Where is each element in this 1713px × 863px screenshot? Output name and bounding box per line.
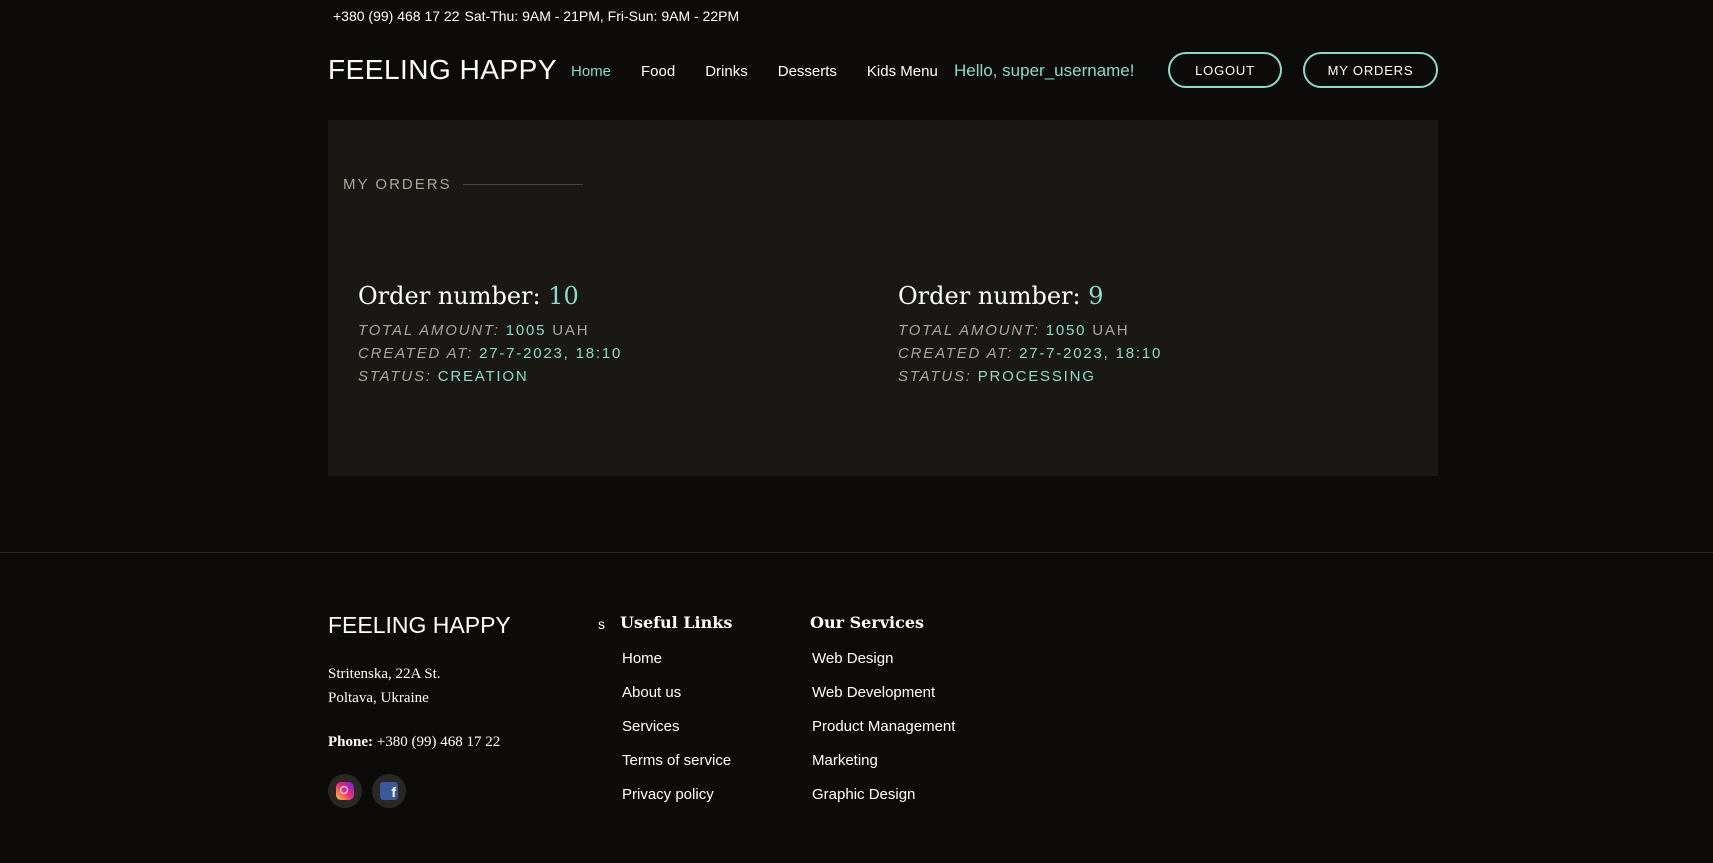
service-product-management[interactable]: Product Management — [812, 718, 955, 752]
order-status-row: STATUS: PROCESSING — [898, 368, 1162, 385]
service-web-development[interactable]: Web Development — [812, 684, 955, 718]
nav-desserts[interactable]: Desserts — [778, 63, 837, 80]
order-title-label: Order number: — [898, 282, 1089, 310]
order-number: 9 — [1088, 282, 1104, 310]
header: FEELING HAPPY Home Food Drinks Desserts … — [328, 48, 1438, 94]
site-logo[interactable]: FEELING HAPPY — [328, 54, 557, 86]
section-title-divider — [462, 184, 583, 185]
order-created-row: CREATED AT: 27-7-2023, 18:10 — [358, 345, 622, 362]
nav-home[interactable]: Home — [571, 63, 611, 80]
order-created-value: 27-7-2023, 18:10 — [1019, 345, 1163, 362]
facebook-icon: f — [380, 782, 398, 800]
useful-links-title: Useful Links — [620, 613, 733, 632]
order-created-label: CREATED AT: — [358, 345, 480, 362]
footer-link-privacy[interactable]: Privacy policy — [622, 786, 731, 820]
order-currency: UAH — [546, 322, 590, 339]
order-title: Order number: 9 — [898, 282, 1162, 310]
order-created-row: CREATED AT: 27-7-2023, 18:10 — [898, 345, 1162, 362]
order-created-value: 27-7-2023, 18:10 — [479, 345, 623, 362]
footer-phone: Phone: +380 (99) 468 17 22 — [328, 734, 500, 751]
nav-food[interactable]: Food — [641, 63, 675, 80]
nav-kids-menu[interactable]: Kids Menu — [867, 63, 938, 80]
order-created-label: CREATED AT: — [898, 345, 1020, 362]
footer-logo[interactable]: FEELING HAPPY — [328, 612, 511, 639]
service-graphic-design[interactable]: Graphic Design — [812, 786, 955, 820]
my-orders-button[interactable]: MY ORDERS — [1303, 52, 1438, 88]
order-currency: UAH — [1086, 322, 1130, 339]
order-total-row: TOTAL AMOUNT: 1050 UAH — [898, 322, 1162, 339]
order-title-label: Order number: — [358, 282, 549, 310]
order-status-value: PROCESSING — [977, 368, 1096, 385]
stray-text: s — [598, 616, 605, 632]
order-status-label: STATUS: — [898, 368, 978, 385]
useful-links-list: Home About us Services Terms of service … — [622, 650, 731, 820]
facebook-link[interactable]: f — [372, 774, 406, 808]
order-card: Order number: 9 TOTAL AMOUNT: 1050 UAH C… — [898, 282, 1162, 391]
order-status-label: STATUS: — [358, 368, 438, 385]
footer-link-home[interactable]: Home — [622, 650, 731, 684]
footer-phone-label: Phone: — [328, 734, 373, 750]
section-title: MY ORDERS — [343, 176, 583, 193]
user-greeting: Hello, super_username! — [954, 61, 1135, 80]
order-total-value: 1005 — [505, 322, 547, 339]
order-total-value: 1050 — [1045, 322, 1087, 339]
address-line: Poltava, Ukraine — [328, 690, 429, 706]
footer-link-terms[interactable]: Terms of service — [622, 752, 731, 786]
services-title: Our Services — [810, 613, 925, 632]
order-status-row: STATUS: CREATION — [358, 368, 622, 385]
order-title: Order number: 10 — [358, 282, 622, 310]
service-web-design[interactable]: Web Design — [812, 650, 955, 684]
service-marketing[interactable]: Marketing — [812, 752, 955, 786]
address-line: Stritenska, 22A St. — [328, 666, 441, 682]
footer-link-services[interactable]: Services — [622, 718, 731, 752]
order-status-value: CREATION — [437, 368, 529, 385]
instagram-link[interactable] — [328, 774, 362, 808]
nav-drinks[interactable]: Drinks — [705, 63, 748, 80]
order-number: 10 — [548, 282, 579, 310]
logout-button[interactable]: LOGOUT — [1168, 52, 1282, 88]
order-total-row: TOTAL AMOUNT: 1005 UAH — [358, 322, 622, 339]
topbar: +380 (99) 468 17 22 Sat-Thu: 9AM - 21PM, … — [333, 8, 744, 24]
footer-divider — [0, 552, 1713, 553]
order-card: Order number: 10 TOTAL AMOUNT: 1005 UAH … — [358, 282, 622, 391]
footer-phone-number: +380 (99) 468 17 22 — [373, 734, 501, 750]
topbar-phone: +380 (99) 468 17 22 — [333, 8, 460, 24]
topbar-hours: Sat-Thu: 9AM - 21PM, Fri-Sun: 9AM - 22PM — [464, 8, 740, 24]
main-nav: Home Food Drinks Desserts Kids Menu — [571, 63, 968, 80]
section-title-text: MY ORDERS — [343, 176, 452, 193]
orders-panel: MY ORDERS Order number: 10 TOTAL AMOUNT:… — [328, 120, 1438, 476]
order-total-label: TOTAL AMOUNT: — [898, 322, 1046, 339]
footer-link-about[interactable]: About us — [622, 684, 731, 718]
instagram-icon — [336, 782, 354, 800]
footer-address: Stritenska, 22A St. Poltava, Ukraine — [328, 662, 441, 710]
services-list: Web Design Web Development Product Manag… — [812, 650, 955, 820]
order-total-label: TOTAL AMOUNT: — [358, 322, 506, 339]
